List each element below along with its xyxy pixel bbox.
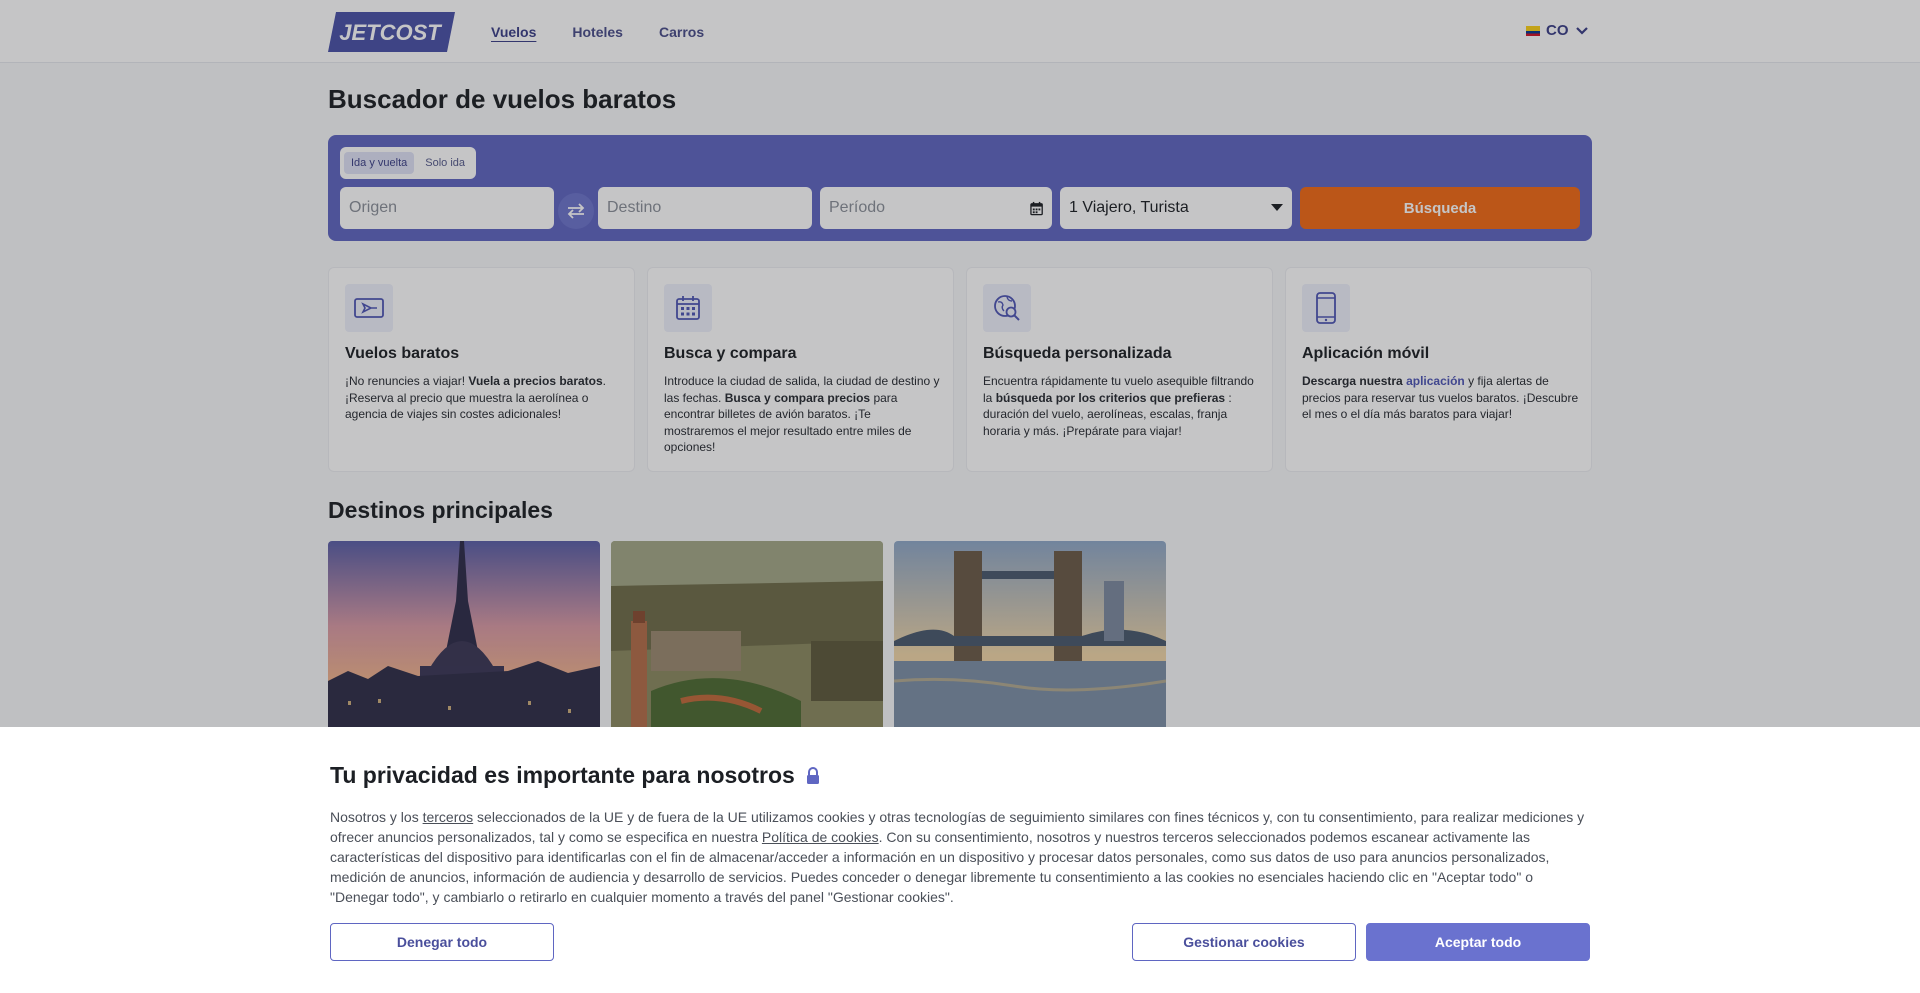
- deny-all-button[interactable]: Denegar todo: [330, 923, 554, 961]
- cookie-text: Nosotros y los terceros seleccionados de…: [330, 809, 1585, 905]
- accept-all-button[interactable]: Aceptar todo: [1366, 923, 1590, 961]
- third-parties-link[interactable]: terceros: [423, 809, 474, 825]
- cookie-policy-link[interactable]: Política de cookies: [762, 829, 879, 845]
- manage-cookies-button[interactable]: Gestionar cookies: [1132, 923, 1356, 961]
- page: JETCOST Vuelos Hoteles Carros CO Buscado…: [0, 0, 1920, 993]
- lock-icon: [806, 766, 819, 784]
- cookie-title: Tu privacidad es importante para nosotro…: [330, 762, 821, 789]
- cookie-consent-banner: Tu privacidad es importante para nosotro…: [0, 727, 1920, 993]
